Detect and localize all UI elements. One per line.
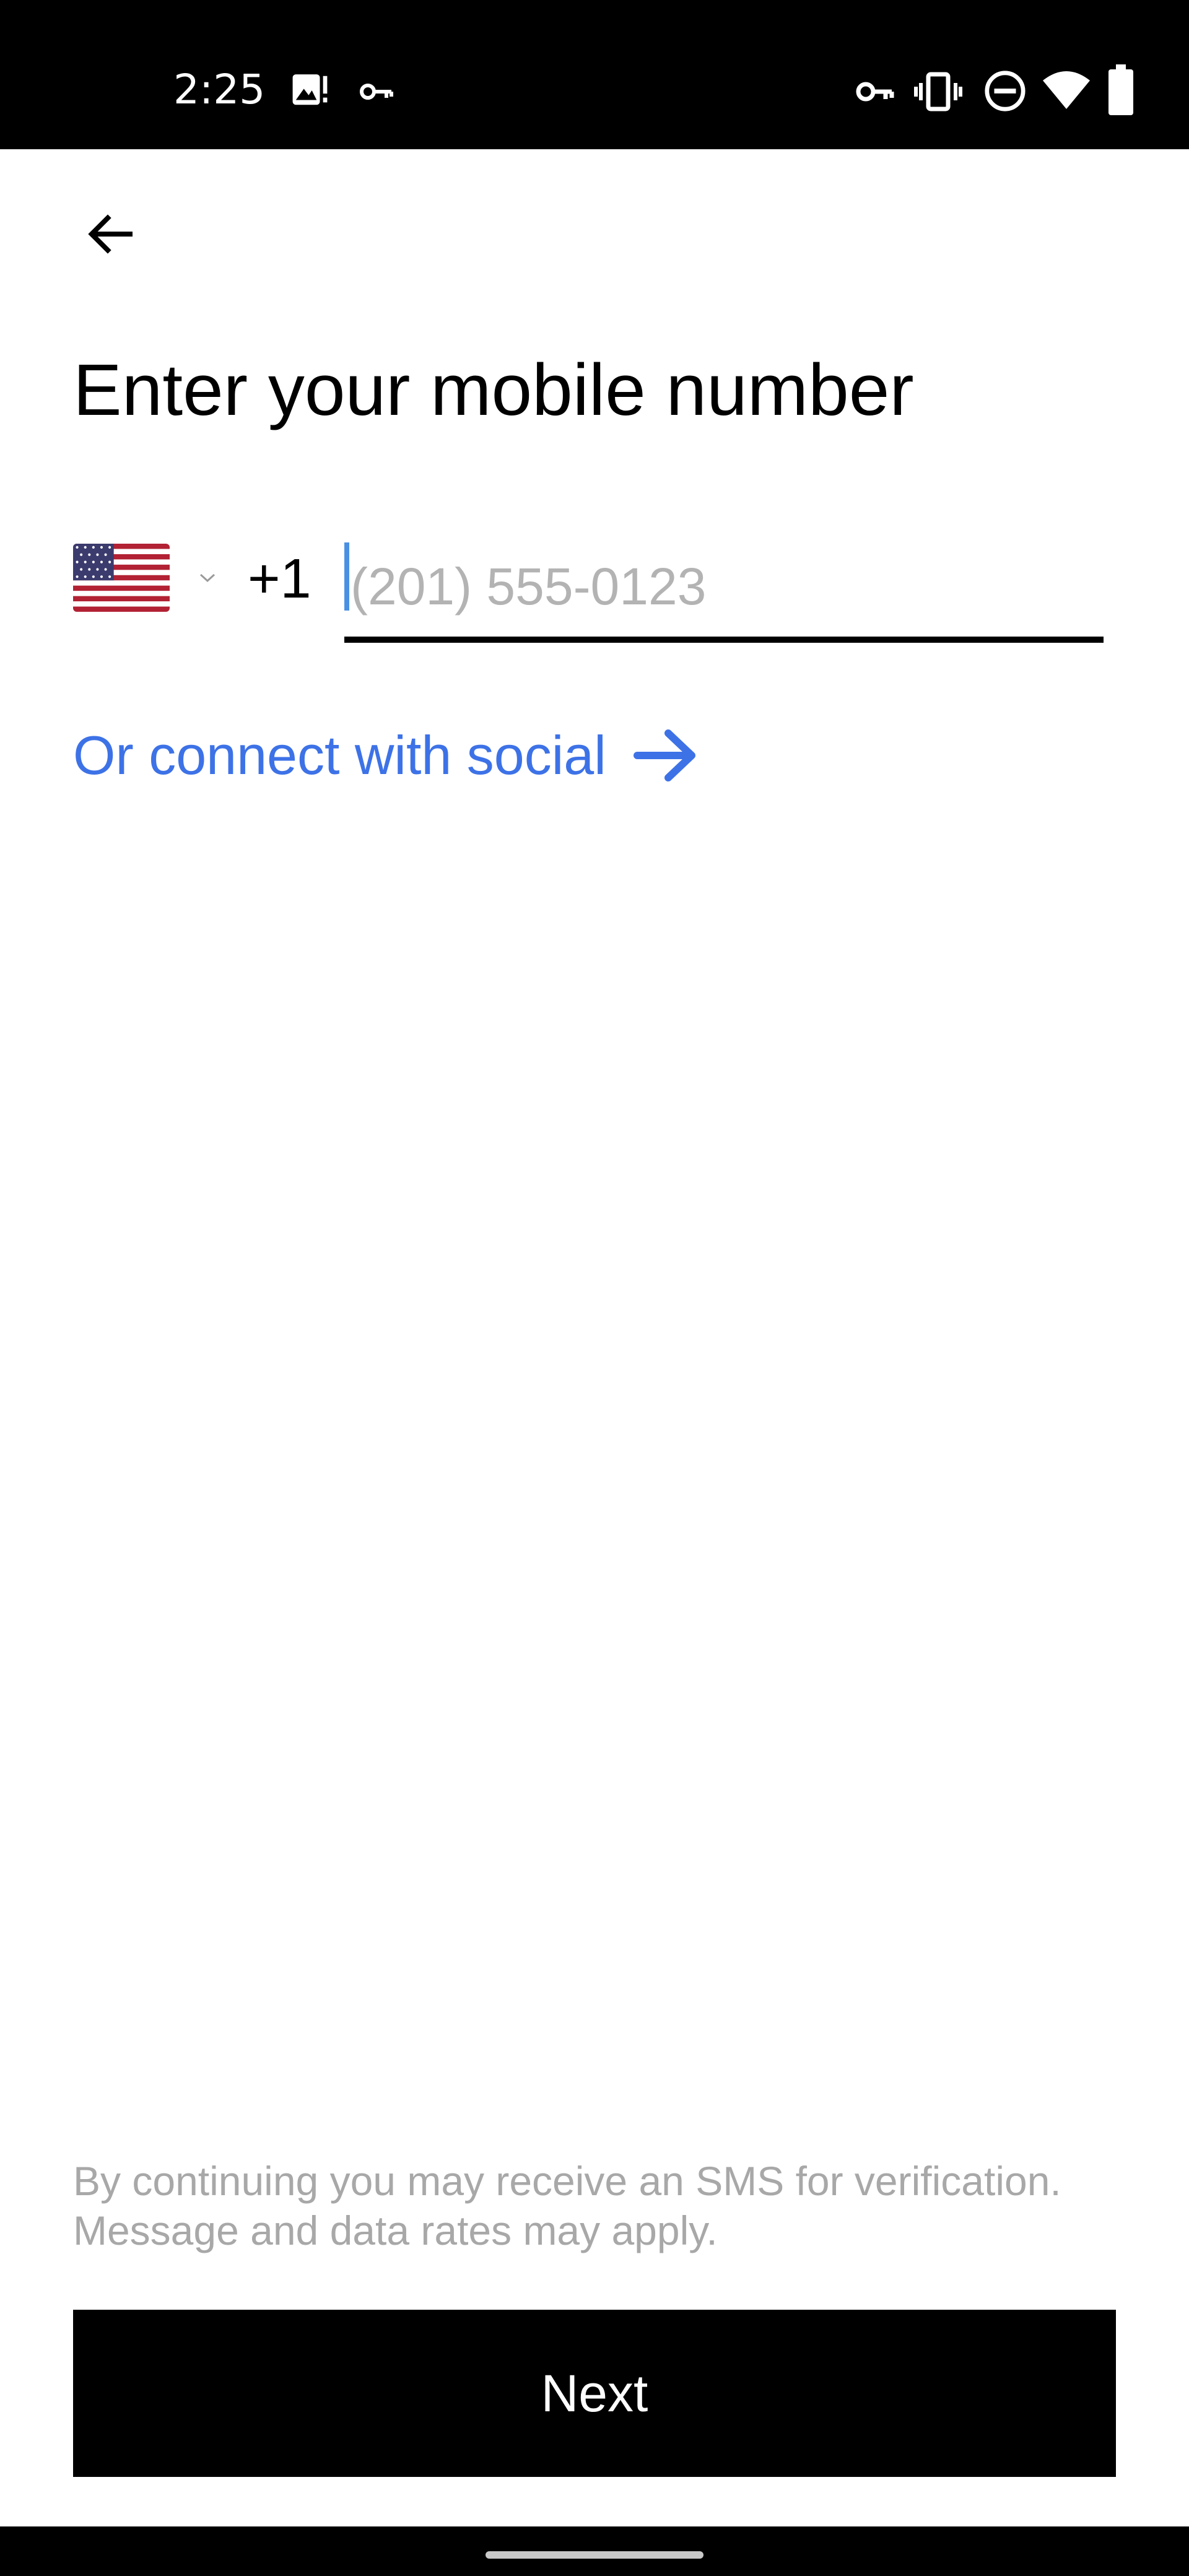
page-title: Enter your mobile number [73,349,914,431]
back-button[interactable] [73,197,147,271]
status-bar: 2:25 [0,0,1189,149]
arrow-right-icon [633,729,695,781]
connect-with-social-link[interactable]: Or connect with social [73,718,700,793]
phone-number-input[interactable] [344,534,1104,639]
vpn-key-icon [856,82,894,102]
back-arrow-icon [88,214,133,254]
input-underline [344,637,1104,643]
navigation-bar [0,2526,1189,2576]
sms-disclaimer: By continuing you may receive an SMS for… [73,2158,1061,2253]
us-flag-icon [73,543,170,612]
phone-number-field [344,534,1104,645]
country-code: +1 [248,548,311,610]
vibrate-icon [914,72,962,111]
battery-icon [1108,64,1133,115]
connect-with-social-label: Or connect with social [73,724,606,786]
wifi-icon [1043,71,1090,109]
chevron-down-icon [199,573,216,582]
country-picker[interactable] [73,539,228,616]
next-button[interactable]: Next [73,2310,1116,2477]
gallery-notification-icon [292,74,328,105]
phone-signup-screen: 2:25 Enter your mobile number +1 (201) 5… [0,0,1189,2576]
do-not-disturb-icon [985,71,1026,111]
home-gesture-handle[interactable] [486,2551,703,2559]
vpn-key-icon [360,84,393,100]
text-cursor [344,542,349,611]
status-time: 2:25 [173,66,266,113]
